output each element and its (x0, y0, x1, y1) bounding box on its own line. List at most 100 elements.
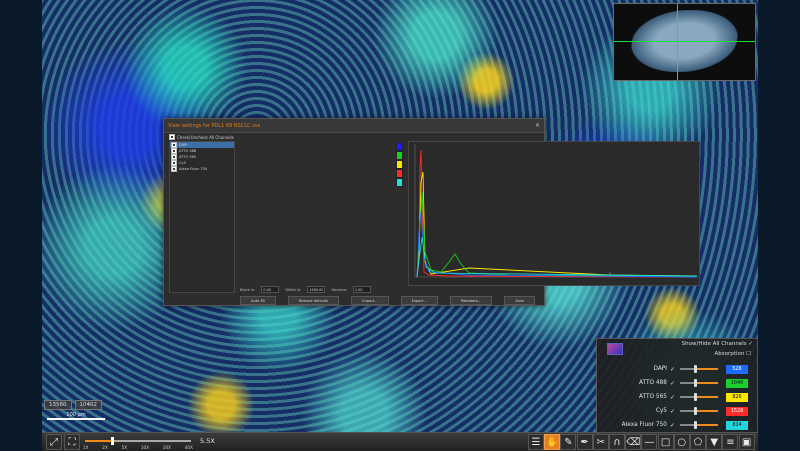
camera-tool-button[interactable]: ▣ (738, 434, 755, 450)
close-icon[interactable]: ✕ (535, 122, 540, 129)
checkbox-icon[interactable] (171, 166, 177, 172)
ruler-tool-button[interactable]: — (641, 434, 658, 450)
channel-value-badge[interactable]: 1040 (726, 378, 748, 388)
auto-fit-button[interactable]: Auto-Fit (240, 296, 276, 305)
channel-color-swatches (396, 142, 404, 187)
histogram-dapi-curve (416, 211, 698, 278)
zoom-tick-label: 20X (162, 445, 172, 450)
gamma-label: Gamma: (331, 287, 347, 292)
channel-row: Cy5 ✓ 1528 (597, 405, 757, 417)
zoom-tick-label: 2X (102, 445, 108, 450)
overlay-legend-icon (607, 343, 623, 355)
export-button[interactable]: Export... (400, 296, 438, 305)
show-hide-all-toggle[interactable]: Show/Hide All Channels ✓ (682, 341, 753, 347)
channel-row: DAPI ✓ 528 (597, 363, 757, 375)
zoom-level: 5.5X (200, 437, 215, 445)
black-in-field[interactable] (261, 286, 280, 293)
channel-value-badge[interactable]: 814 (726, 420, 748, 430)
channel-color-swatch[interactable] (396, 160, 403, 169)
white-in-label: White in: (285, 287, 302, 292)
zoom-tick-label: 1X (83, 445, 89, 450)
dialog-title: View settings for PDL1 K8 NSCLC.svs (168, 122, 261, 129)
channel-value-badge[interactable]: 1528 (726, 406, 748, 416)
checkmark-icon[interactable]: ✓ (670, 394, 680, 401)
dialog-titlebar[interactable]: View settings for PDL1 K8 NSCLC.svs ✕ (164, 119, 544, 133)
histogram-atto488-curve (416, 191, 698, 278)
slider-handle[interactable] (694, 421, 697, 429)
zoom-tick-label: 10X (140, 445, 150, 450)
zoom-slider-handle[interactable] (110, 437, 114, 445)
fit-icon: ⛶ (68, 436, 76, 448)
channel-intensity-slider[interactable] (680, 393, 718, 401)
metadata-button[interactable]: Metadata... (449, 296, 493, 305)
slider-handle[interactable] (694, 407, 697, 415)
camera-icon: ▣ (741, 436, 752, 448)
absorption-toggle[interactable]: Absorption ☐ (715, 351, 751, 357)
checkmark-icon[interactable]: ✓ (670, 380, 680, 387)
channel-intensity-slider[interactable] (680, 379, 718, 387)
minimap[interactable] (613, 3, 756, 81)
channel-color-swatch[interactable] (396, 178, 403, 187)
pin-tool-button[interactable]: ▼ (706, 434, 723, 450)
y-coordinate: 10402 (74, 400, 102, 410)
level-controls: Black in: White in: Gamma: (240, 286, 371, 293)
magnet-tool-button[interactable]: ∩ (609, 434, 625, 450)
save-button[interactable]: Save (504, 296, 536, 305)
checkbox-icon[interactable] (169, 134, 175, 140)
white-in-field[interactable] (307, 286, 326, 293)
layers-tool-button[interactable]: ☰ (528, 434, 544, 450)
channel-list-label: ATTO 488 (179, 149, 197, 153)
channel-row: Alexa Fluor 750 ✓ 814 (597, 419, 757, 431)
list-tool-button[interactable]: ≡ (722, 434, 739, 450)
fullscreen-button[interactable]: ⤢ (46, 434, 62, 450)
channel-intensity-slider[interactable] (680, 421, 718, 429)
eraser-icon: ⌫ (626, 436, 641, 448)
restore-defaults-button[interactable]: Restore defaults (287, 296, 340, 305)
hand-icon: ✋ (545, 436, 559, 448)
black-in-label: Black in: (240, 287, 256, 292)
scissors-tool-button[interactable]: ✂ (592, 434, 609, 450)
channel-color-swatch[interactable] (396, 151, 403, 160)
channel-value-badge[interactable]: 528 (726, 364, 748, 374)
rectangle-tool-button[interactable]: □ (657, 434, 674, 450)
histogram-plot[interactable]: 0 (408, 141, 700, 286)
check-all-label: Check/Uncheck All Channels (177, 134, 234, 140)
channel-row: ATTO 565 ✓ 826 (597, 391, 757, 403)
pen-icon: ✒ (580, 436, 589, 448)
histogram-axis-label: 0 (609, 272, 611, 276)
slider-handle[interactable] (694, 393, 697, 401)
fit-view-button[interactable]: ⛶ (64, 434, 80, 450)
polygon-tool-button[interactable]: ⬠ (690, 434, 706, 450)
histogram-cy5-curve (416, 149, 698, 278)
magnet-icon: ∩ (613, 436, 621, 448)
channel-intensity-slider[interactable] (680, 365, 718, 373)
import-button[interactable]: Import... (351, 296, 389, 305)
channel-value-badge[interactable]: 826 (726, 392, 748, 402)
channel-intensity-slider[interactable] (680, 407, 718, 415)
bottom-toolbar: ⤢ ⛶ 1X 2X 5X 10X 20X 40X 5.5X ☰ ✋ ✎ ✒ ✂ ∩ ⌫ — □ ○ ⬠ ▼ ≡ ▣ (42, 432, 758, 451)
eraser-tool-button[interactable]: ⌫ (625, 434, 642, 450)
channel-list-item[interactable]: Alexa Fluor 750 (170, 166, 234, 172)
slider-handle[interactable] (694, 365, 697, 373)
channel-name: DAPI (653, 366, 667, 372)
channel-name: Cy5 (655, 408, 667, 414)
pen-tool-button[interactable]: ✒ (576, 434, 593, 450)
checkmark-icon[interactable]: ✓ (670, 422, 680, 429)
channel-color-swatch[interactable] (396, 142, 403, 151)
channel-color-swatch[interactable] (396, 169, 403, 178)
checkmark-icon[interactable]: ✓ (670, 366, 680, 373)
check-all-channels[interactable]: Check/Uncheck All Channels (169, 134, 234, 140)
ellipse-tool-button[interactable]: ○ (673, 434, 690, 450)
channel-row: ATTO 488 ✓ 1040 (597, 377, 757, 389)
scissors-icon: ✂ (596, 436, 605, 448)
gamma-field[interactable] (352, 286, 371, 293)
brush-tool-button[interactable]: ✎ (560, 434, 577, 450)
channel-name: ATTO 488 (639, 380, 667, 386)
hand-tool-button[interactable]: ✋ (544, 434, 561, 450)
zoom-slider[interactable]: 1X 2X 5X 10X 20X 40X (83, 436, 193, 450)
checkmark-icon[interactable]: ✓ (670, 408, 680, 415)
channel-name: ATTO 565 (639, 394, 667, 400)
channel-name: Alexa Fluor 750 (621, 422, 667, 428)
slider-handle[interactable] (694, 379, 697, 387)
polygon-icon: ⬠ (693, 436, 703, 448)
